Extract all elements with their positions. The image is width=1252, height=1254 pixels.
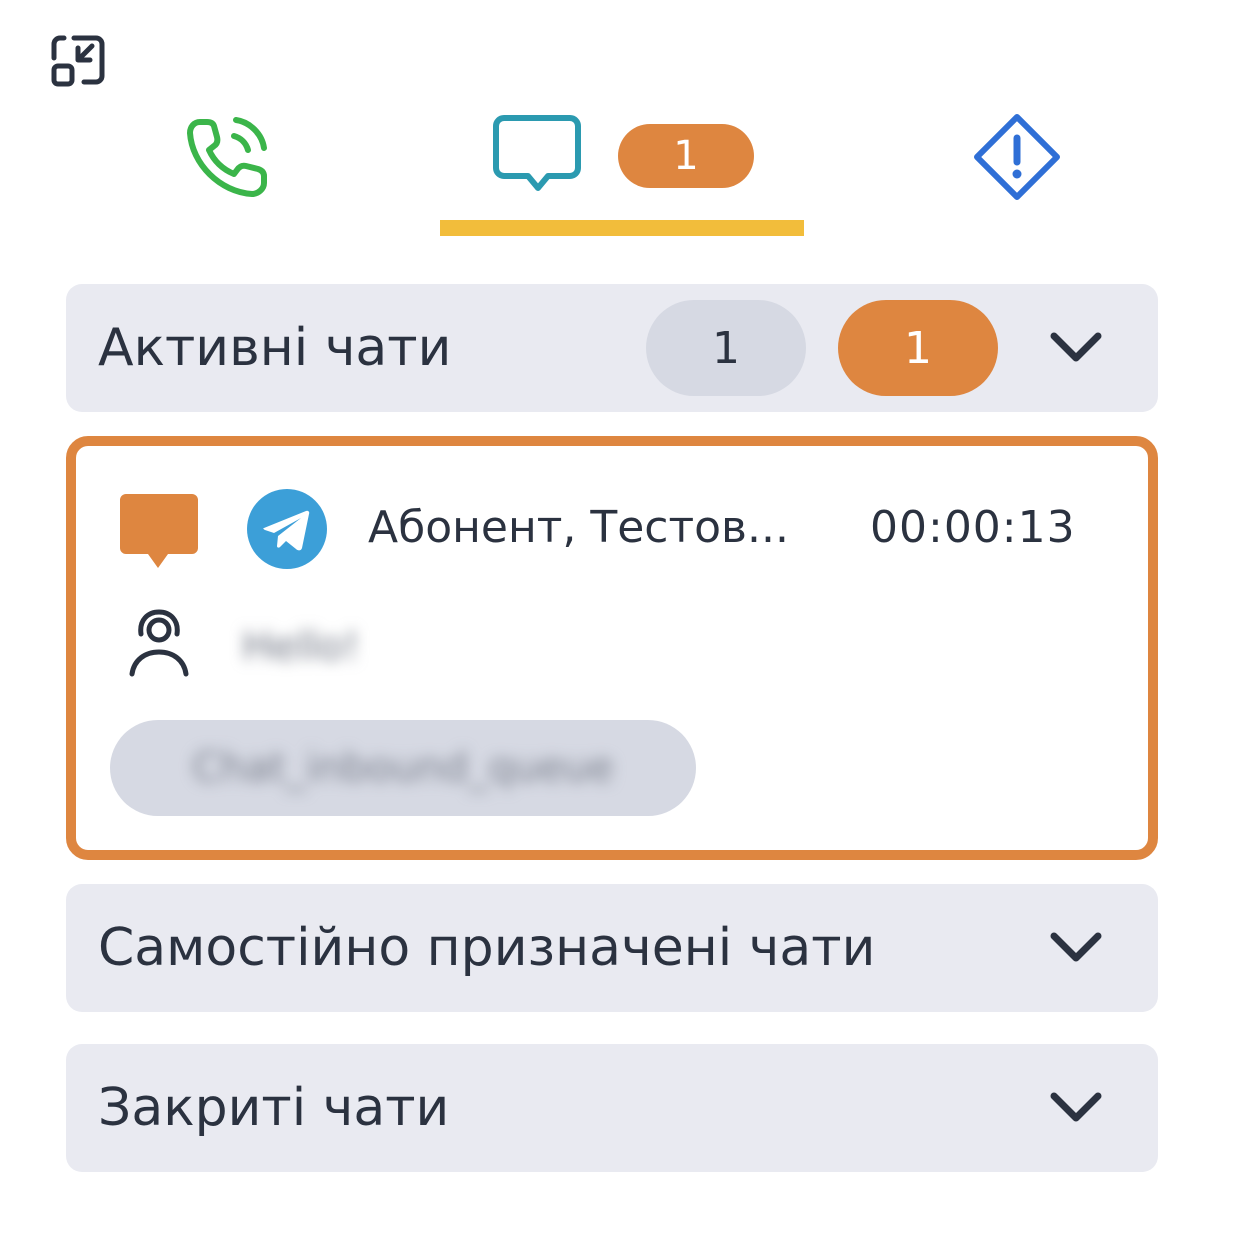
section-closed-title: Закриті чати bbox=[98, 1078, 450, 1138]
tab-calls[interactable] bbox=[184, 114, 274, 200]
minimize-icon bbox=[51, 35, 105, 87]
agent-headset-icon bbox=[129, 609, 189, 677]
active-tab-indicator bbox=[440, 220, 804, 236]
chat-subscriber-name: Абонент, Тестов... bbox=[368, 502, 789, 553]
queue-badge: Chat_inbound_queue bbox=[110, 720, 696, 816]
phone-icon bbox=[187, 117, 267, 197]
warning-diamond-icon bbox=[974, 114, 1060, 200]
active-chats-unread-count: 1 bbox=[838, 300, 998, 396]
chevron-down-icon bbox=[1048, 1088, 1104, 1128]
chevron-down-icon bbox=[1048, 928, 1104, 968]
section-active-chats[interactable]: Активні чати 1 1 bbox=[66, 284, 1158, 412]
chevron-down-icon bbox=[1048, 328, 1104, 368]
queue-name: Chat_inbound_queue bbox=[192, 745, 614, 791]
chat-status-icon bbox=[120, 494, 198, 568]
tab-chats-badge: 1 bbox=[618, 124, 754, 188]
tab-alerts[interactable] bbox=[972, 112, 1062, 202]
chat-panel: 1 Активні чати 1 1 Абонент, Тестов... 00… bbox=[0, 0, 1252, 1254]
minimize-button[interactable] bbox=[48, 32, 108, 92]
tab-chats[interactable]: 1 bbox=[492, 112, 762, 202]
telegram-icon bbox=[247, 489, 327, 569]
chat-card[interactable]: Абонент, Тестов... 00:00:13 Hello! Chat_… bbox=[66, 436, 1158, 860]
section-self-assigned-chats[interactable]: Самостійно призначені чати bbox=[66, 884, 1158, 1012]
section-self-assigned-title: Самостійно призначені чати bbox=[98, 918, 876, 978]
active-chats-total-count: 1 bbox=[646, 300, 806, 396]
agent-name: Hello! bbox=[242, 624, 360, 670]
chat-timer: 00:00:13 bbox=[870, 502, 1076, 553]
section-active-chats-title: Активні чати bbox=[98, 318, 452, 378]
chat-bubble-icon bbox=[493, 115, 581, 191]
section-closed-chats[interactable]: Закриті чати bbox=[66, 1044, 1158, 1172]
